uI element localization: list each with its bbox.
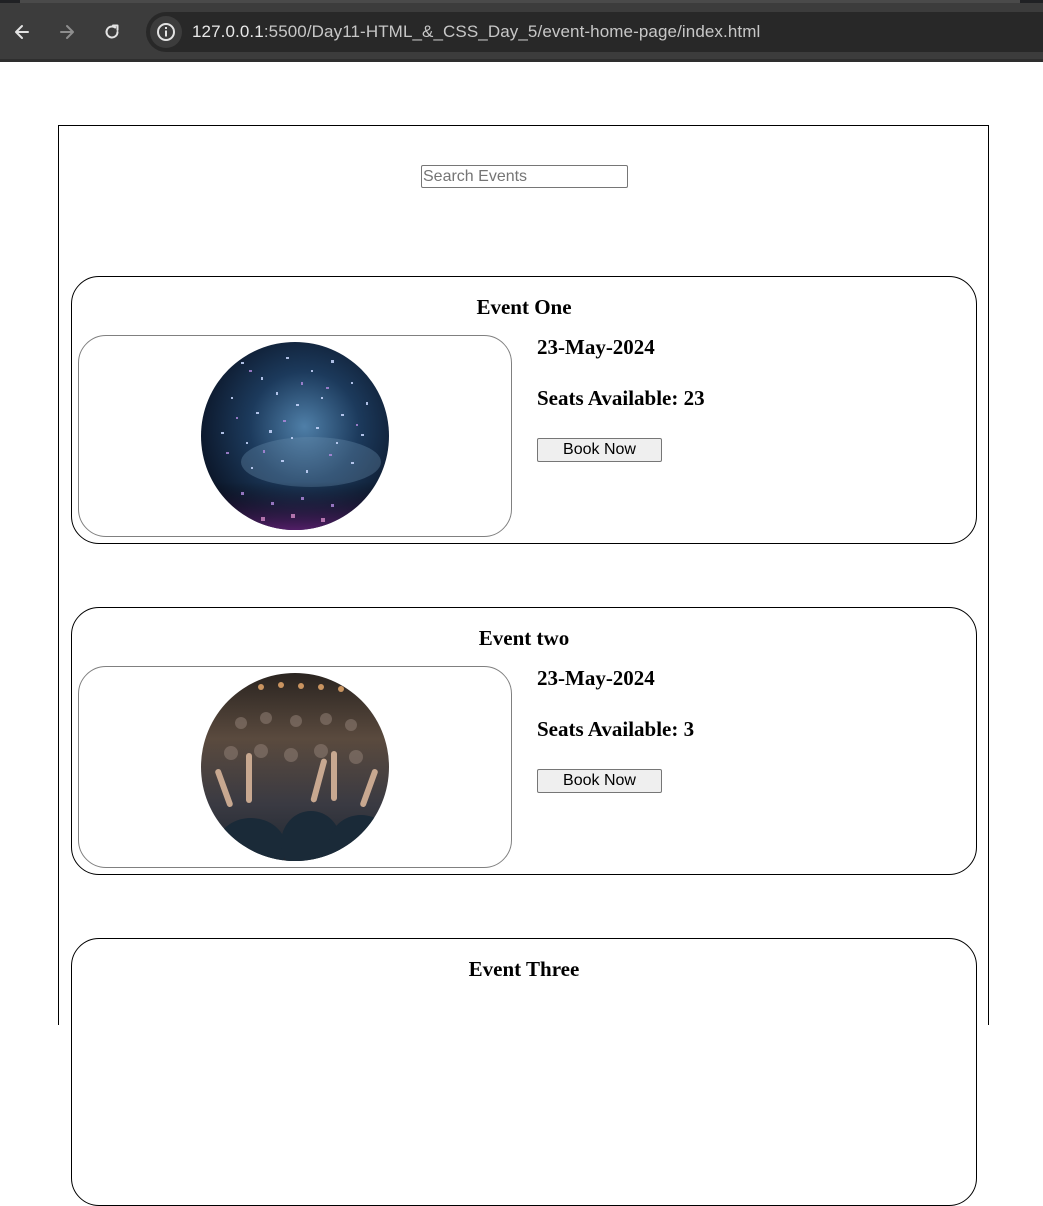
search-input[interactable]	[421, 165, 628, 188]
events-container: Event One	[58, 125, 989, 1206]
event-title: Event Three	[468, 957, 580, 981]
event-title: Event One	[476, 295, 572, 319]
browser-toolbar: 127.0.0.1:5500/Day11-HTML_&_CSS_Day_5/ev…	[0, 0, 1043, 62]
tab-strip-edge	[0, 0, 1043, 3]
event-image	[201, 673, 389, 861]
url-path: :5500/Day11-HTML_&_CSS_Day_5/event-home-…	[263, 22, 761, 41]
site-info-button[interactable]	[150, 16, 182, 48]
back-button[interactable]	[8, 18, 36, 46]
book-now-button[interactable]: Book Now	[537, 438, 662, 462]
arrow-right-icon	[60, 25, 74, 39]
active-tab-edge	[20, 0, 1020, 3]
event-seats: Seats Available: 3	[537, 717, 695, 741]
info-icon	[157, 23, 175, 41]
reload-icon	[105, 24, 119, 39]
book-now-button[interactable]: Book Now	[537, 769, 662, 793]
confetti-concert-photo	[201, 342, 389, 530]
event-date: 23-May-2024	[537, 666, 655, 690]
forward-button[interactable]	[53, 18, 81, 46]
reload-button[interactable]	[98, 18, 126, 46]
event-card: Event One 23-May-2024 Seats Available: 2…	[71, 276, 977, 544]
event-date: 23-May-2024	[537, 335, 655, 359]
event-image-frame	[78, 335, 512, 537]
event-seats: Seats Available: 23	[537, 386, 705, 410]
page-viewport: Event One	[0, 62, 1043, 1206]
crowd-hands-concert-photo	[201, 673, 389, 861]
url-text[interactable]: 127.0.0.1:5500/Day11-HTML_&_CSS_Day_5/ev…	[192, 22, 760, 42]
event-title: Event two	[478, 626, 570, 650]
event-image	[201, 342, 389, 530]
arrow-left-icon	[15, 25, 29, 39]
event-card: Event two 23-May-2024 Seats Available: 3…	[71, 607, 977, 875]
address-bar[interactable]: 127.0.0.1:5500/Day11-HTML_&_CSS_Day_5/ev…	[146, 12, 1043, 52]
event-image-frame	[78, 666, 512, 868]
url-host: 127.0.0.1	[192, 22, 264, 41]
event-card: Event Three	[71, 938, 977, 1206]
